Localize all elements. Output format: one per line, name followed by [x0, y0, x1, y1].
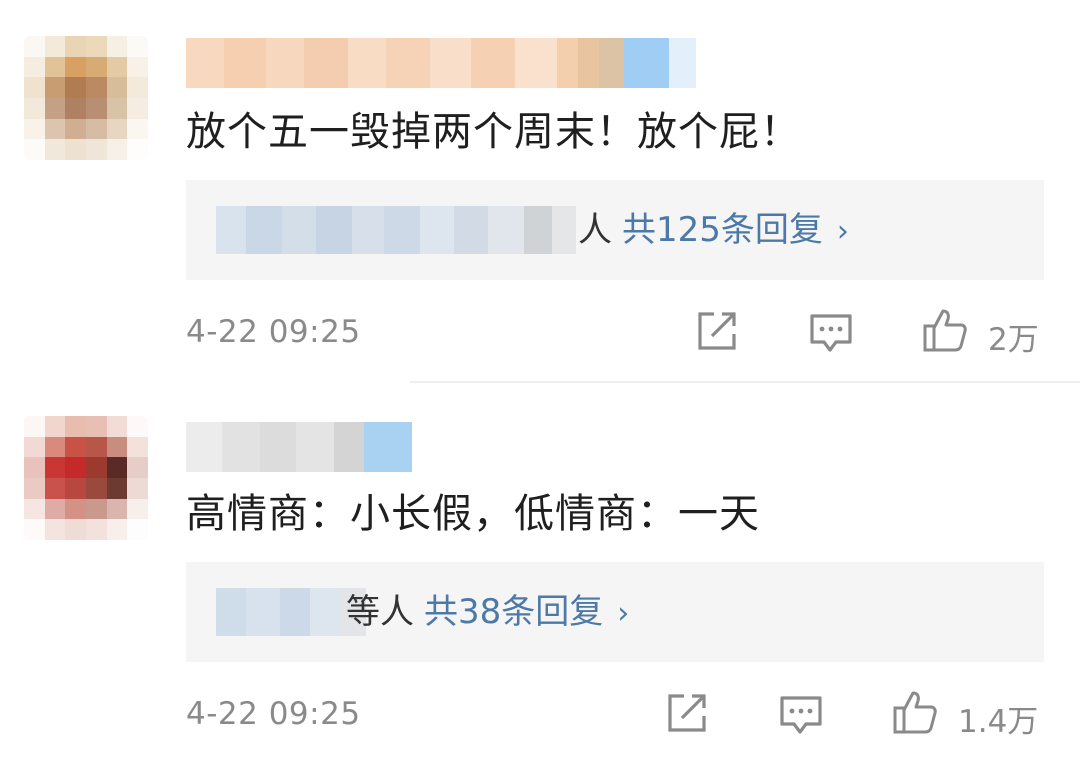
- reply-count-link[interactable]: 共125条回复: [622, 210, 823, 250]
- chevron-right-icon: ›: [617, 596, 630, 631]
- timestamp: 4-22 09:25: [186, 696, 361, 732]
- comment-icon[interactable]: [778, 692, 824, 738]
- thumbs-up-icon[interactable]: [892, 689, 938, 735]
- username-blurred[interactable]: [186, 38, 696, 88]
- comment-icon[interactable]: [808, 310, 854, 356]
- avatar[interactable]: [24, 416, 148, 540]
- reply-summary-line: 人共125条回复 ›: [578, 202, 849, 260]
- comment-item: 高情商：小长假，低情商：一天 等人 共38条回复 › 4-22 09:25 1.4万: [0, 382, 1080, 758]
- comment-item: 放个五一毁掉两个周末！放个屁！ 人共125条回复 › 4-22 09:25 2万: [0, 0, 1080, 382]
- reply-suffix: 等人: [346, 592, 414, 632]
- reply-count-link[interactable]: 共38条回复: [424, 592, 603, 632]
- reply-summary[interactable]: 人共125条回复 ›: [186, 180, 1044, 280]
- comment-text: 高情商：小长假，低情商：一天: [186, 491, 760, 537]
- avatar[interactable]: [24, 36, 148, 160]
- reply-summary-line: 等人 共38条回复 ›: [346, 584, 629, 642]
- timestamp: 4-22 09:25: [186, 314, 361, 350]
- chevron-right-icon: ›: [836, 214, 849, 249]
- reply-suffix: 人: [578, 210, 612, 250]
- thumbs-up-icon[interactable]: [922, 307, 968, 353]
- share-icon[interactable]: [694, 308, 740, 354]
- reply-users-blurred: [216, 206, 586, 254]
- reply-summary[interactable]: 等人 共38条回复 ›: [186, 562, 1044, 662]
- like-count: 1.4万: [958, 704, 1039, 740]
- comment-text: 放个五一毁掉两个周末！放个屁！: [186, 109, 801, 155]
- share-icon[interactable]: [664, 690, 710, 736]
- reply-users-blurred: [216, 588, 366, 636]
- username-blurred[interactable]: [186, 422, 412, 472]
- like-count: 2万: [988, 322, 1039, 358]
